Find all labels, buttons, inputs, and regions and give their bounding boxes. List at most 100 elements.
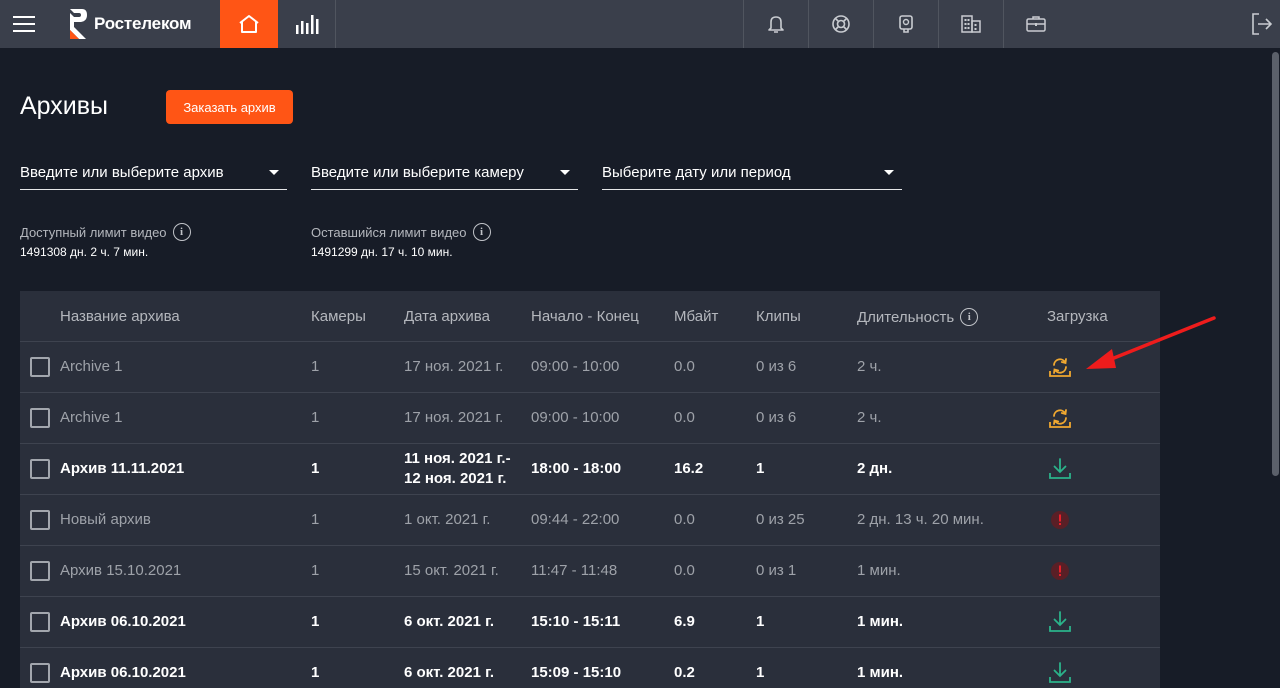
download-status-button[interactable] (1046, 404, 1074, 432)
row-checkbox[interactable] (30, 510, 50, 530)
home-tab[interactable] (220, 0, 278, 48)
support-icon (832, 15, 850, 33)
row-checkbox[interactable] (30, 612, 50, 632)
row-checkbox[interactable] (30, 408, 50, 428)
logout-button[interactable] (1244, 0, 1280, 48)
header-mb[interactable]: Мбайт (674, 308, 718, 325)
cell-name: Архив 11.11.2021 (60, 460, 185, 477)
camera-icon (899, 15, 913, 33)
cell-clips: 0 из 1 (756, 562, 797, 579)
header-clips[interactable]: Клипы (756, 308, 801, 325)
objects-button[interactable] (938, 0, 1003, 48)
download-status-button[interactable] (1046, 557, 1074, 585)
cell-clips: 0 из 6 (756, 358, 797, 375)
table-row[interactable]: Архив 06.10.2021 1 6 окт. 2021 г. 15:10 - 1… (20, 597, 1160, 648)
cell-date: 17 ноя. 2021 г. (404, 409, 504, 426)
table-row[interactable]: Archive 1 1 17 ноя. 2021 г. 09:00 - 10:00 0.… (20, 342, 1160, 393)
cell-range: 09:44 - 22:00 (531, 511, 620, 528)
header-name[interactable]: Название архива (60, 308, 180, 325)
cell-duration: 2 ч. (857, 409, 882, 426)
home-icon (239, 15, 259, 33)
info-icon[interactable]: i (472, 223, 491, 241)
download-status-button[interactable] (1046, 608, 1074, 636)
cell-name: Архив 06.10.2021 (60, 613, 186, 630)
cell-range: 09:00 - 10:00 (531, 409, 620, 426)
menu-button[interactable] (0, 0, 48, 48)
table-body: Archive 1 1 17 ноя. 2021 г. 09:00 - 10:00 0.… (20, 342, 1160, 688)
table-header: Название архива Камеры Дата архива Начал… (20, 291, 1160, 342)
available-limit-value: 1491308 дн. 2 ч. 7 мин. (20, 245, 149, 259)
info-icon[interactable]: i (172, 223, 191, 241)
cell-date: 1 окт. 2021 г. (404, 511, 491, 528)
download-status-button[interactable] (1046, 659, 1074, 687)
header-range[interactable]: Начало - Конец (531, 308, 639, 325)
date-select[interactable]: Выберите дату или период (602, 156, 902, 190)
download-status-button[interactable] (1046, 506, 1074, 534)
cell-mb: 0.2 (674, 664, 695, 681)
annotation-arrow-icon (1086, 316, 1216, 369)
cell-date: 6 окт. 2021 г. (404, 613, 494, 630)
logo[interactable]: Ростелеком (48, 0, 220, 48)
header-cameras[interactable]: Камеры (311, 308, 366, 325)
cell-date-end: 12 ноя. 2021 г. (404, 470, 507, 487)
row-checkbox[interactable] (30, 357, 50, 377)
remaining-limit-value: 1491299 дн. 17 ч. 10 мин. (311, 245, 453, 259)
cell-duration: 2 дн. 13 ч. 20 мин. (857, 511, 984, 528)
row-checkbox[interactable] (30, 561, 50, 581)
cell-clips: 0 из 6 (756, 409, 797, 426)
cameras-button[interactable] (873, 0, 938, 48)
cell-range: 11:47 - 11:48 (531, 562, 618, 579)
support-button[interactable] (808, 0, 873, 48)
row-checkbox[interactable] (30, 663, 50, 683)
logout-icon (1252, 13, 1273, 35)
cell-clips: 0 из 25 (756, 511, 805, 528)
menu-icon (13, 16, 35, 32)
cell-range: 15:09 - 15:10 (531, 664, 622, 681)
header-date[interactable]: Дата архива (404, 308, 490, 325)
row-checkbox[interactable] (30, 459, 50, 479)
table-row[interactable]: Архив 15.10.2021 1 15 окт. 2021 г. 11:47 - … (20, 546, 1160, 597)
download-status-button[interactable] (1046, 455, 1074, 483)
cell-range: 09:00 - 10:00 (531, 358, 620, 375)
cell-cameras: 1 (311, 409, 320, 426)
download-status-button[interactable] (1046, 353, 1074, 381)
cell-cameras: 1 (311, 613, 320, 630)
cell-date: 11 ноя. 2021 г.- 12 ноя. 2021 г. (404, 444, 511, 494)
header-duration[interactable]: Длительность i (857, 308, 979, 326)
cell-mb: 0.0 (674, 409, 695, 426)
download-icon (1049, 662, 1071, 683)
cell-name: Новый архив (60, 511, 151, 528)
cell-clips: 1 (756, 613, 765, 630)
cell-date: 15 окт. 2021 г. (404, 562, 499, 579)
sync-icon (1049, 358, 1071, 377)
order-archive-button[interactable]: Заказать архив (166, 90, 293, 124)
cell-duration: 2 дн. (857, 460, 893, 477)
info-icon[interactable]: i (960, 308, 979, 326)
table-row[interactable]: Archive 1 1 17 ноя. 2021 г. 09:00 - 10:00 0.… (20, 393, 1160, 444)
cell-mb: 16.2 (674, 460, 704, 477)
download-icon (1049, 611, 1071, 632)
cell-duration: 1 мин. (857, 664, 904, 681)
statistics-tab[interactable] (278, 0, 336, 48)
sync-icon (1049, 409, 1071, 428)
camera-select[interactable]: Введите или выберите камеру (311, 156, 578, 190)
services-button[interactable] (1003, 0, 1068, 48)
cell-date: 17 ноя. 2021 г. (404, 358, 504, 375)
table-row[interactable]: Новый архив 1 1 окт. 2021 г. 09:44 - 22:00 0… (20, 495, 1160, 546)
cell-cameras: 1 (311, 511, 320, 528)
remaining-limit-label: Оставшийся лимит видео (311, 224, 467, 240)
cell-mb: 6.9 (674, 613, 695, 630)
stats-icon (295, 15, 318, 34)
scrollbar-thumb[interactable] (1272, 52, 1279, 476)
cell-range: 15:10 - 15:11 (531, 613, 621, 630)
notifications-button[interactable] (743, 0, 808, 48)
cell-range: 18:00 - 18:00 (531, 460, 622, 477)
cell-cameras: 1 (311, 562, 320, 579)
cell-duration: 1 мин. (857, 613, 904, 630)
page-scrollbar[interactable] (1271, 48, 1280, 688)
camera-select-label: Введите или выберите камеру (311, 164, 524, 181)
table-row[interactable]: Архив 11.11.2021 1 11 ноя. 2021 г.- 12 ноя.… (20, 444, 1160, 495)
archive-select[interactable]: Введите или выберите архив (20, 156, 287, 190)
table-row[interactable]: Архив 06.10.2021 1 6 окт. 2021 г. 15:09 - 1… (20, 648, 1160, 688)
